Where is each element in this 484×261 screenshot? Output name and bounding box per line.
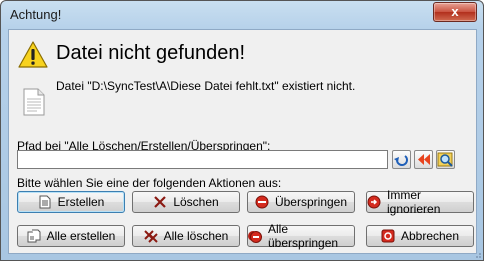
ignore-icon — [367, 195, 381, 209]
window-title: Achtung! — [10, 7, 62, 22]
path-input[interactable] — [17, 150, 388, 169]
always-ignore-label: Immer ignorieren — [387, 188, 441, 216]
cancel-button[interactable]: Abbrechen — [366, 225, 474, 247]
skip-all-label: Alle überspringen — [268, 222, 339, 250]
documents-icon — [27, 229, 41, 243]
skip-label: Überspringen — [274, 195, 348, 209]
warning-icon — [18, 41, 48, 68]
rewind-button[interactable] — [414, 150, 433, 169]
skip-all-button[interactable]: Alle überspringen — [247, 222, 355, 250]
close-button[interactable]: x — [433, 2, 477, 22]
browse-icon — [437, 152, 453, 167]
create-button[interactable]: Erstellen — [17, 191, 125, 213]
delete-label: Löschen — [173, 195, 219, 209]
delete-all-label: Alle löschen — [163, 229, 229, 243]
document-icon — [38, 195, 52, 209]
close-icon: x — [451, 4, 459, 19]
cancel-icon — [381, 229, 395, 243]
error-message: Datei "D:\SyncTest\A\Diese Datei fehlt.t… — [56, 79, 356, 93]
resize-grip-icon[interactable] — [472, 249, 482, 259]
undo-icon — [394, 155, 408, 166]
create-all-button[interactable]: Alle erstellen — [17, 225, 125, 247]
file-icon — [23, 88, 45, 116]
stop-icon — [255, 195, 269, 209]
rewind-icon — [418, 154, 430, 165]
browse-button[interactable] — [436, 150, 455, 169]
create-label: Erstellen — [57, 195, 105, 209]
delete-x-icon — [153, 195, 167, 209]
delete-all-button[interactable]: Alle löschen — [132, 225, 240, 247]
delete-all-icon — [143, 229, 158, 243]
cancel-label: Abbrechen — [400, 229, 460, 243]
undo-button[interactable] — [392, 150, 411, 169]
dialog-window: Achtung! x Datei nicht gefunden! Datei "… — [0, 0, 484, 261]
actions-label: Bitte wählen Sie eine der folgenden Akti… — [17, 176, 282, 190]
skip-all-icon — [248, 229, 262, 243]
skip-button[interactable]: Überspringen — [247, 191, 355, 213]
delete-button[interactable]: Löschen — [132, 191, 240, 213]
create-all-label: Alle erstellen — [46, 229, 116, 243]
dialog-heading: Datei nicht gefunden! — [56, 42, 246, 64]
always-ignore-button[interactable]: Immer ignorieren — [366, 188, 474, 216]
title-bar[interactable]: Achtung! x — [1, 1, 483, 29]
dialog-body: Datei nicht gefunden! Datei "D:\SyncTest… — [8, 29, 477, 254]
